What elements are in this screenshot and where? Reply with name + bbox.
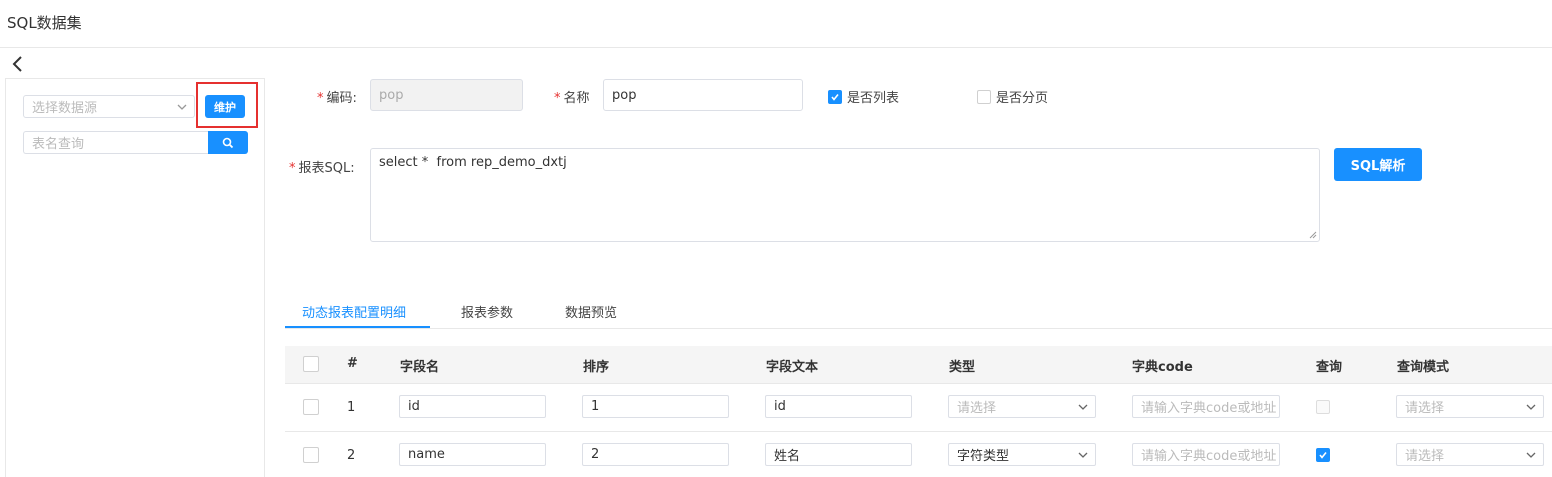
table-search-button[interactable]: [208, 131, 248, 154]
dict-code-input[interactable]: 请输入字典code或地址: [1132, 443, 1280, 466]
table-search-input[interactable]: 表名查询: [23, 131, 209, 154]
tab-data-preview[interactable]: 数据预览: [565, 302, 617, 321]
row-number: 1: [347, 400, 356, 415]
chevron-down-icon: [1078, 404, 1088, 410]
row-number: 2: [347, 448, 356, 463]
tabs-divider: [285, 328, 1552, 329]
sql-textarea[interactable]: select * from rep_demo_dxtj: [370, 148, 1320, 242]
is-page-checkbox[interactable]: 是否分页: [977, 87, 1048, 106]
tab-config-detail[interactable]: 动态报表配置明细: [302, 302, 406, 321]
field-name-value: name: [408, 447, 445, 462]
page-title: SQL数据集: [7, 14, 82, 32]
order-value: 2: [591, 447, 600, 462]
type-value: 字符类型: [957, 449, 1010, 464]
is-list-checkbox[interactable]: 是否列表: [828, 87, 899, 106]
sql-label: * 报表SQL:: [289, 157, 355, 176]
datasource-select-placeholder: 选择数据源: [32, 101, 98, 116]
name-label-text: 名称: [563, 91, 590, 106]
resize-handle-icon[interactable]: [1309, 231, 1317, 239]
order-input[interactable]: 1: [582, 395, 729, 418]
dict-code-input[interactable]: 请输入字典code或地址: [1132, 395, 1280, 418]
name-label: * 名称: [554, 87, 590, 106]
chevron-down-icon: [1526, 404, 1536, 410]
row-checkbox[interactable]: [303, 399, 319, 415]
active-tab-indicator: [285, 326, 430, 328]
chevron-down-icon: [177, 104, 187, 110]
datasource-select[interactable]: 选择数据源: [23, 95, 195, 118]
required-mark: *: [289, 161, 296, 176]
is-list-label: 是否列表: [847, 91, 900, 106]
field-text-input[interactable]: 姓名: [765, 443, 912, 466]
checkbox-unchecked-icon: [977, 89, 991, 104]
search-icon: [222, 137, 234, 148]
name-field[interactable]: pop: [603, 79, 803, 111]
field-name-input[interactable]: name: [399, 443, 546, 466]
col-order: 排序: [583, 360, 610, 375]
code-value: pop: [379, 87, 404, 103]
col-dict-code: 字典code: [1132, 360, 1193, 375]
type-value: 请选择: [957, 401, 997, 416]
col-type: 类型: [949, 360, 976, 375]
is-page-label: 是否分页: [996, 91, 1049, 106]
required-mark: *: [554, 91, 561, 106]
header-bar: [0, 0, 1552, 48]
code-label-text: 编码:: [326, 91, 357, 106]
query-mode-select[interactable]: 请选择: [1396, 395, 1544, 418]
row-divider: [285, 431, 1552, 432]
field-text-input[interactable]: id: [765, 395, 912, 418]
checkbox-checked-icon: [1319, 452, 1327, 459]
col-num: #: [347, 356, 358, 371]
dict-code-placeholder: 请输入字典code或地址: [1141, 449, 1277, 464]
col-field-name: 字段名: [400, 360, 440, 375]
tab-report-params[interactable]: 报表参数: [461, 302, 513, 321]
sql-label-text: 报表SQL:: [298, 161, 355, 176]
query-mode-value: 请选择: [1405, 401, 1445, 416]
query-mode-value: 请选择: [1405, 449, 1445, 464]
type-select[interactable]: 字符类型: [948, 443, 1096, 466]
code-field[interactable]: pop: [370, 79, 523, 111]
col-query-mode: 查询模式: [1397, 360, 1450, 375]
row-checkbox[interactable]: [303, 447, 319, 463]
query-mode-select[interactable]: 请选择: [1396, 443, 1544, 466]
field-text-value: 姓名: [774, 449, 801, 464]
name-value: pop: [612, 87, 637, 103]
table-search-placeholder: 表名查询: [32, 137, 85, 152]
code-label: * 编码:: [317, 87, 357, 106]
required-mark: *: [317, 91, 324, 106]
order-input[interactable]: 2: [582, 443, 729, 466]
order-value: 1: [591, 399, 600, 414]
col-field-text: 字段文本: [766, 360, 819, 375]
select-all-checkbox[interactable]: [303, 356, 319, 372]
field-name-input[interactable]: id: [399, 395, 546, 418]
field-name-value: id: [408, 399, 420, 414]
col-query: 查询: [1316, 360, 1343, 375]
query-checkbox[interactable]: [1316, 448, 1330, 462]
field-text-value: id: [774, 399, 786, 414]
type-select[interactable]: 请选择: [948, 395, 1096, 418]
query-checkbox[interactable]: [1316, 400, 1330, 414]
sql-value: select * from rep_demo_dxtj: [379, 155, 567, 170]
chevron-down-icon: [1078, 452, 1088, 458]
highlight-box: [196, 82, 258, 128]
checkbox-checked-icon: [828, 89, 842, 104]
dict-code-placeholder: 请输入字典code或地址: [1141, 401, 1277, 416]
sql-parse-button[interactable]: SQL解析: [1334, 148, 1422, 181]
back-arrow-icon[interactable]: [11, 55, 25, 73]
table-header: [285, 346, 1552, 384]
chevron-down-icon: [1526, 452, 1536, 458]
